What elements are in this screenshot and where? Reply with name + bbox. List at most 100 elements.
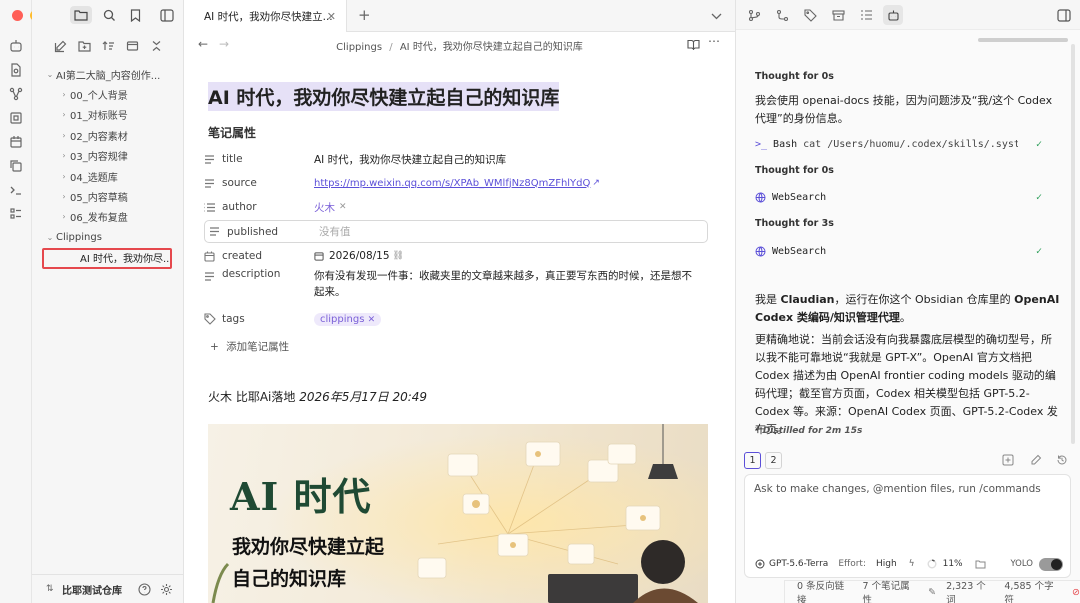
tag-outline-icon[interactable] — [802, 7, 818, 23]
property-value[interactable]: 你有没有发现一件事：收藏夹里的文章越来越多，真正要写东西的时候，还是想不 起来。 — [314, 268, 700, 300]
new-conversation-icon[interactable] — [1000, 452, 1016, 468]
yolo-toggle[interactable] — [1039, 557, 1063, 571]
collapse-all-icon[interactable] — [148, 38, 164, 54]
sidebar-toggle-icon[interactable] — [158, 6, 176, 24]
tree-subfolder[interactable]: › 01_对标账号 — [32, 105, 184, 125]
tree-subfolder[interactable]: › 00_个人背景 — [32, 84, 184, 104]
git-commit-icon[interactable] — [774, 7, 790, 23]
chevron-down-icon[interactable]: ⌄ — [44, 233, 56, 242]
lightning-icon[interactable]: ϟ — [909, 559, 915, 569]
chat-input-placeholder[interactable]: Ask to make changes, @mention files, run… — [754, 483, 1041, 495]
date-link-icon[interactable]: ⛓ — [393, 251, 404, 261]
tree-file[interactable]: AI 时代，我劝你尽... — [32, 248, 184, 268]
remove-author-icon[interactable]: ✕ — [339, 202, 347, 212]
properties-count[interactable]: 7 个笔记属性 — [863, 578, 919, 603]
tree-subfolder[interactable]: › 02_内容素材 — [32, 125, 184, 145]
file-search-icon[interactable] — [8, 62, 24, 78]
thought-label[interactable]: Thought for 0s — [755, 71, 834, 82]
tab-active-note[interactable]: AI 时代，我劝你尽快建立... ✕ — [184, 0, 347, 32]
vault-switch-icon[interactable]: ⇅ — [46, 584, 54, 594]
chevron-right-icon[interactable]: › — [58, 90, 70, 99]
robot-icon[interactable] — [8, 38, 24, 54]
bookmark-icon[interactable] — [126, 6, 144, 24]
calendar-icon[interactable] — [8, 134, 24, 150]
chevron-right-icon[interactable]: › — [58, 151, 70, 160]
archive-icon[interactable] — [830, 7, 846, 23]
attach-folder-icon[interactable] — [975, 560, 986, 569]
thought-label[interactable]: Thought for 3s — [755, 218, 834, 229]
property-value[interactable]: 2026/08/15 — [329, 250, 390, 262]
property-created[interactable]: created 2026/08/15 ⛓ — [204, 245, 704, 267]
property-description[interactable]: description 你有没有发现一件事：收藏夹里的文章越来越多，真正要写东西… — [204, 268, 704, 306]
scroll-handle[interactable] — [978, 38, 1068, 42]
tree-subfolder[interactable]: › 05_内容草稿 — [32, 186, 184, 206]
source-link[interactable]: https://mp.weixin.qq.com/s/XPAb_WMlfjNz8… — [314, 178, 590, 189]
right-sidebar-toggle-icon[interactable] — [1056, 7, 1072, 23]
remove-tag-icon[interactable]: ✕ — [368, 315, 376, 325]
new-folder-icon[interactable] — [76, 38, 92, 54]
date-picker-icon[interactable] — [314, 251, 324, 261]
property-source[interactable]: source https://mp.weixin.qq.com/s/XPAb_W… — [204, 172, 704, 194]
folder-icon[interactable] — [70, 6, 92, 24]
tree-subfolder[interactable]: › 04_选题库 — [32, 166, 184, 186]
breadcrumb-file[interactable]: AI 时代，我劝你尽快建立起自己的知识库 — [400, 42, 583, 53]
property-empty-value[interactable]: 没有值 — [319, 224, 351, 239]
history-icon[interactable] — [1054, 452, 1070, 468]
claudian-bot-icon[interactable] — [883, 5, 903, 25]
websearch-tool-call[interactable]: WebSearch ✓ — [755, 243, 1060, 259]
settings-gear-icon[interactable] — [158, 581, 174, 597]
chevron-right-icon[interactable]: › — [58, 212, 70, 221]
tree-folder[interactable]: ⌄ Clippings — [32, 227, 184, 247]
backlinks-count[interactable]: 0 条反向链接 — [797, 578, 853, 603]
property-title[interactable]: title AI 时代，我劝你尽快建立起自己的知识库 — [204, 148, 704, 170]
help-icon[interactable] — [136, 581, 152, 597]
conversation-tab-1[interactable]: 1 — [744, 452, 761, 469]
edit-icon[interactable] — [1028, 452, 1044, 468]
copy-icon[interactable] — [8, 158, 24, 174]
collapse-view-icon[interactable] — [124, 38, 140, 54]
property-tags[interactable]: tags clippings ✕ — [204, 308, 704, 330]
model-selector[interactable]: GPT-5.6-Terra — [769, 559, 828, 569]
chevron-right-icon[interactable]: › — [58, 192, 70, 201]
effort-selector[interactable]: High — [876, 559, 897, 569]
chat-input-box[interactable]: Ask to make changes, @mention files, run… — [744, 474, 1071, 578]
graph-icon[interactable] — [8, 86, 24, 102]
external-link-icon[interactable]: ↗ — [592, 178, 600, 188]
conversation-tab-2[interactable]: 2 — [765, 452, 782, 469]
vault-name[interactable]: 比耶测试仓库 — [62, 582, 122, 597]
canvas-icon[interactable] — [8, 110, 24, 126]
tree-subfolder[interactable]: › 06_发布复盘 — [32, 207, 184, 227]
chevron-right-icon[interactable]: › — [58, 131, 70, 140]
close-window-button[interactable] — [12, 10, 23, 21]
chevron-right-icon[interactable]: › — [58, 172, 70, 181]
tag-pill[interactable]: clippings ✕ — [314, 312, 382, 326]
terminal-icon[interactable] — [8, 182, 24, 198]
property-published[interactable]: published 没有值 — [204, 220, 708, 243]
scrollbar[interactable] — [1071, 44, 1075, 444]
outline-list-icon[interactable] — [858, 7, 874, 23]
reading-view-icon[interactable] — [686, 37, 700, 51]
git-branch-icon[interactable] — [746, 7, 762, 23]
author-chip[interactable]: 火木 — [314, 200, 335, 215]
websearch-tool-call[interactable]: WebSearch ✓ — [755, 189, 1060, 205]
edit-mode-icon[interactable]: ✎ — [928, 587, 936, 598]
chevron-down-icon[interactable]: ⌄ — [44, 70, 56, 79]
breadcrumb-folder[interactable]: Clippings — [336, 42, 382, 53]
property-author[interactable]: author 火木 ✕ — [204, 196, 704, 218]
thought-label[interactable]: Thought for 0s — [755, 165, 834, 176]
sort-icon[interactable] — [100, 38, 116, 54]
property-value[interactable]: AI 时代，我劝你尽快建立起自己的知识库 — [314, 152, 506, 167]
tree-subfolder[interactable]: › 03_内容规律 — [32, 146, 184, 166]
new-tab-button[interactable]: + — [358, 6, 371, 24]
search-icon[interactable] — [100, 6, 118, 24]
list-icon[interactable] — [8, 206, 24, 222]
add-property-button[interactable]: + 添加笔记属性 — [210, 339, 289, 354]
sync-off-icon[interactable]: ⊘ — [1072, 587, 1080, 598]
new-note-icon[interactable] — [52, 38, 68, 54]
close-tab-icon[interactable]: ✕ — [327, 10, 336, 23]
more-options-icon[interactable]: ⋯ — [708, 34, 721, 48]
chevron-right-icon[interactable]: › — [58, 110, 70, 119]
tree-folder[interactable]: ⌄ AI第二大脑_内容创作... — [32, 64, 184, 84]
bash-tool-call[interactable]: >_ Bash cat /Users/huomu/.codex/skills/.… — [755, 136, 1060, 152]
tab-list-chevron-icon[interactable] — [708, 8, 724, 24]
